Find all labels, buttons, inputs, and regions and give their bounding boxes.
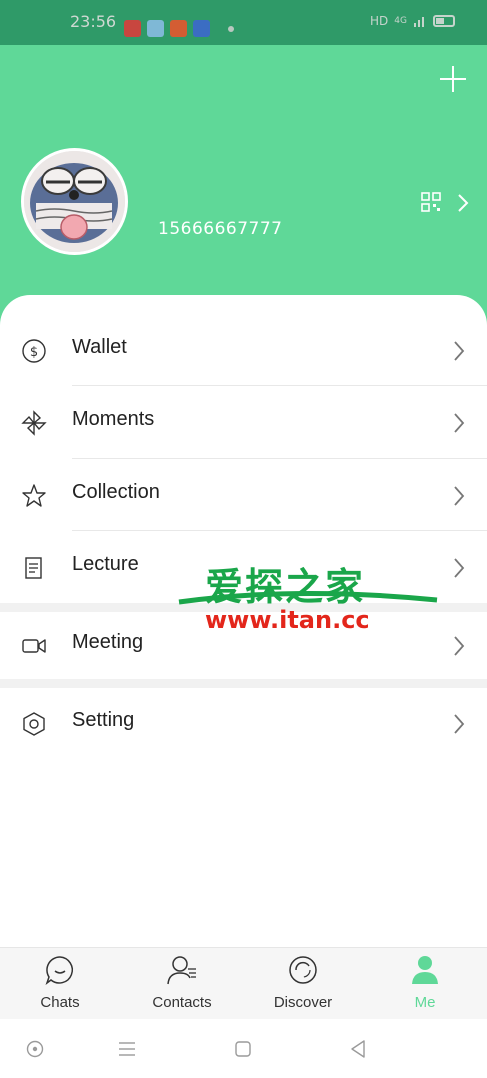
tab-discover[interactable]: Discover	[243, 948, 363, 1020]
watermark-url: www.itan.cc	[205, 606, 370, 634]
tab-contacts[interactable]: Contacts	[122, 948, 242, 1020]
contacts-icon	[167, 956, 196, 985]
status-indicators: HD 4G	[370, 14, 455, 28]
chevron-right-icon	[454, 636, 465, 656]
watermark: 爱探之家 www.itan.cc	[175, 556, 440, 638]
profile-header: 23:56 HD 4G 15666667777	[0, 0, 487, 330]
network-label: HD	[370, 14, 389, 28]
chat-icon	[45, 956, 74, 986]
wallet-icon: $	[22, 339, 46, 363]
signal-label: 4G	[394, 16, 407, 26]
settings-icon	[23, 712, 45, 736]
back-icon[interactable]	[348, 1039, 368, 1059]
watermark-text: 爱探之家	[205, 565, 366, 609]
tab-label: Contacts	[152, 994, 212, 1011]
status-time: 23:56	[70, 12, 117, 31]
qr-code-icon[interactable]	[421, 192, 441, 212]
status-bar: 23:56 HD 4G	[0, 0, 487, 45]
menu-icon[interactable]	[117, 1039, 137, 1059]
menu-item-label: Wallet	[72, 336, 127, 358]
star-icon	[22, 484, 46, 507]
app-notification-icon	[124, 20, 141, 37]
chevron-right-icon	[454, 341, 465, 361]
menu-item-setting[interactable]: Setting	[0, 687, 487, 759]
battery-icon	[433, 15, 455, 27]
system-nav-bar	[0, 1019, 487, 1078]
menu-item-label: Moments	[72, 408, 155, 430]
menu-item-label: Setting	[72, 709, 135, 731]
more-notifications-icon	[228, 25, 234, 32]
avatar-image	[24, 151, 125, 252]
home-icon[interactable]	[233, 1039, 253, 1059]
menu-item-collection[interactable]: Collection	[0, 459, 487, 531]
discover-icon	[289, 956, 317, 984]
tab-label: Me	[414, 994, 436, 1011]
moments-icon	[21, 410, 47, 436]
chevron-right-icon	[454, 413, 465, 433]
menu-item-wallet[interactable]: $ Wallet	[0, 314, 487, 386]
assistant-icon[interactable]	[25, 1039, 45, 1059]
menu-item-label: Lecture	[72, 553, 139, 575]
tab-chats[interactable]: Chats	[0, 948, 120, 1020]
tab-me[interactable]: Me	[365, 948, 485, 1020]
chevron-right-icon	[454, 714, 465, 734]
add-button[interactable]	[440, 66, 466, 92]
video-icon	[22, 639, 46, 653]
phone-number[interactable]: 15666667777	[158, 219, 282, 239]
tab-label: Discover	[273, 994, 333, 1011]
chevron-right-icon	[454, 486, 465, 506]
app-notification-icon	[147, 20, 164, 37]
menu-item-moments[interactable]: Moments	[0, 386, 487, 458]
tab-label: Chats	[40, 994, 80, 1011]
me-icon	[412, 956, 438, 984]
signal-icon	[414, 17, 424, 27]
notification-icons	[124, 20, 234, 37]
document-icon	[25, 557, 42, 579]
menu-item-label: Collection	[72, 481, 160, 503]
menu-item-label: Meeting	[72, 631, 144, 653]
svg-text:$: $	[30, 345, 38, 360]
profile-chevron-right-icon[interactable]	[455, 193, 471, 213]
app-notification-icon	[170, 20, 187, 37]
profile-page: 23:56 HD 4G 15666667777 $ Wallet Moments…	[0, 0, 487, 1078]
chevron-right-icon	[454, 558, 465, 578]
bottom-tab-bar: Chats Contacts Discover Me	[0, 947, 487, 1019]
avatar[interactable]	[21, 148, 128, 255]
app-notification-icon	[193, 20, 210, 37]
